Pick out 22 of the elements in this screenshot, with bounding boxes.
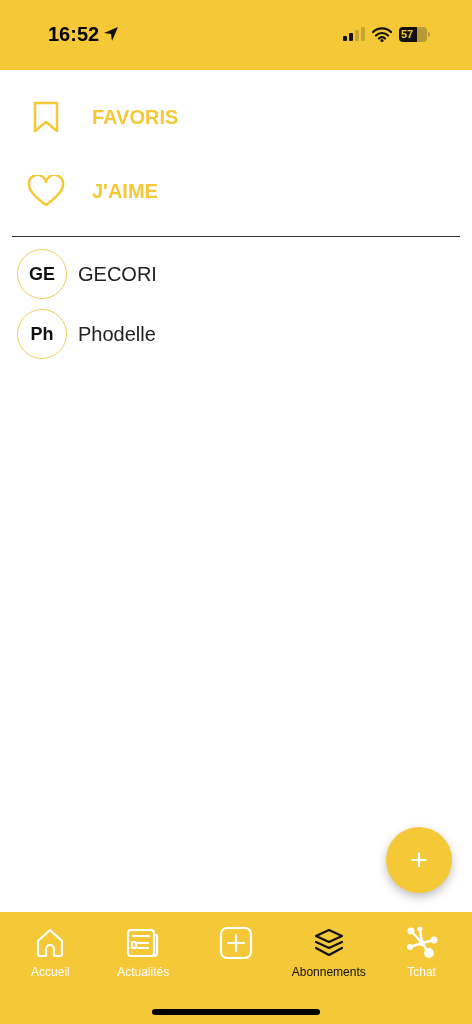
tab[interactable]: Tchat	[376, 924, 467, 978]
subscription-item[interactable]: Ph Phodelle	[17, 309, 455, 359]
clock: 16:52	[48, 22, 100, 47]
avatar: Ph	[17, 309, 67, 359]
layers-icon	[312, 928, 345, 958]
bookmark-icon	[32, 101, 60, 133]
newspaper-icon	[126, 928, 161, 958]
menu-item[interactable]: J'AIME	[0, 154, 472, 228]
heart-icon	[27, 175, 65, 207]
location-arrow-icon	[103, 26, 120, 42]
add-button[interactable]: +	[386, 827, 452, 893]
subscription-item[interactable]: GE GECORI	[17, 249, 455, 299]
battery-indicator: 57	[399, 26, 427, 42]
wifi-icon	[372, 26, 392, 42]
tab[interactable]: Abonnements	[283, 924, 374, 978]
signal-icon	[343, 27, 365, 41]
tab[interactable]: Actualités	[98, 924, 189, 978]
network-icon	[404, 926, 439, 960]
add-icon	[219, 926, 253, 960]
menu-item[interactable]: FAVORIS	[0, 80, 472, 154]
avatar: GE	[17, 249, 67, 299]
tab[interactable]: Accueil	[5, 924, 96, 978]
